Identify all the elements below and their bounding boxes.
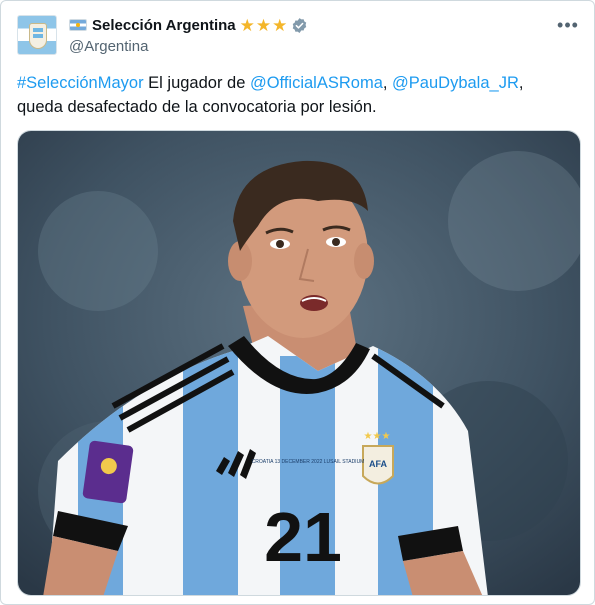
hashtag-link[interactable]: #SelecciónMayor — [17, 74, 144, 92]
mention-link-roma[interactable]: @OfficialASRoma — [250, 74, 383, 92]
gold-star-icon: ★ — [239, 15, 255, 35]
tweet-media-photo[interactable]: AFA ★★★ CROATIA 13 DECEMBER 2022 LUSAIL … — [17, 130, 581, 596]
tweet-text-segment: El jugador de — [143, 74, 250, 92]
gold-star-icon: ★ — [255, 15, 272, 35]
jersey-number: 21 — [264, 498, 342, 576]
svg-text:★★★: ★★★ — [364, 431, 391, 442]
more-options-icon[interactable]: ••• — [556, 13, 580, 37]
tweet-header: Selección Argentina ★ ★ ★ @Argentina — [69, 15, 308, 55]
mention-link-dybala[interactable]: @PauDybala_JR — [392, 74, 519, 92]
avatar[interactable] — [17, 15, 57, 55]
tweet-text-segment: , — [518, 74, 524, 92]
author-handle[interactable]: @Argentina — [69, 38, 308, 55]
player-photo: AFA ★★★ CROATIA 13 DECEMBER 2022 LUSAIL … — [18, 131, 580, 595]
verified-badge-icon — [293, 17, 307, 33]
name-row: Selección Argentina ★ ★ ★ — [69, 15, 308, 35]
jersey-match-info: CROATIA 13 DECEMBER 2022 LUSAIL STADIUM — [252, 459, 365, 465]
jersey-crest-text: AFA — [369, 459, 388, 469]
tweet-text-segment: queda desafectado de la convocatoria por… — [17, 98, 377, 116]
tweet-text-segment: , — [382, 74, 393, 92]
afa-crest-icon — [29, 23, 47, 49]
gold-star-icon: ★ — [272, 15, 288, 35]
tweet-text: #SelecciónMayor El jugador de @OfficialA… — [17, 71, 577, 119]
display-name[interactable]: Selección Argentina — [92, 17, 236, 34]
argentina-flag-icon — [69, 19, 87, 31]
tweet-card: Selección Argentina ★ ★ ★ @Argentina •••… — [0, 0, 595, 605]
